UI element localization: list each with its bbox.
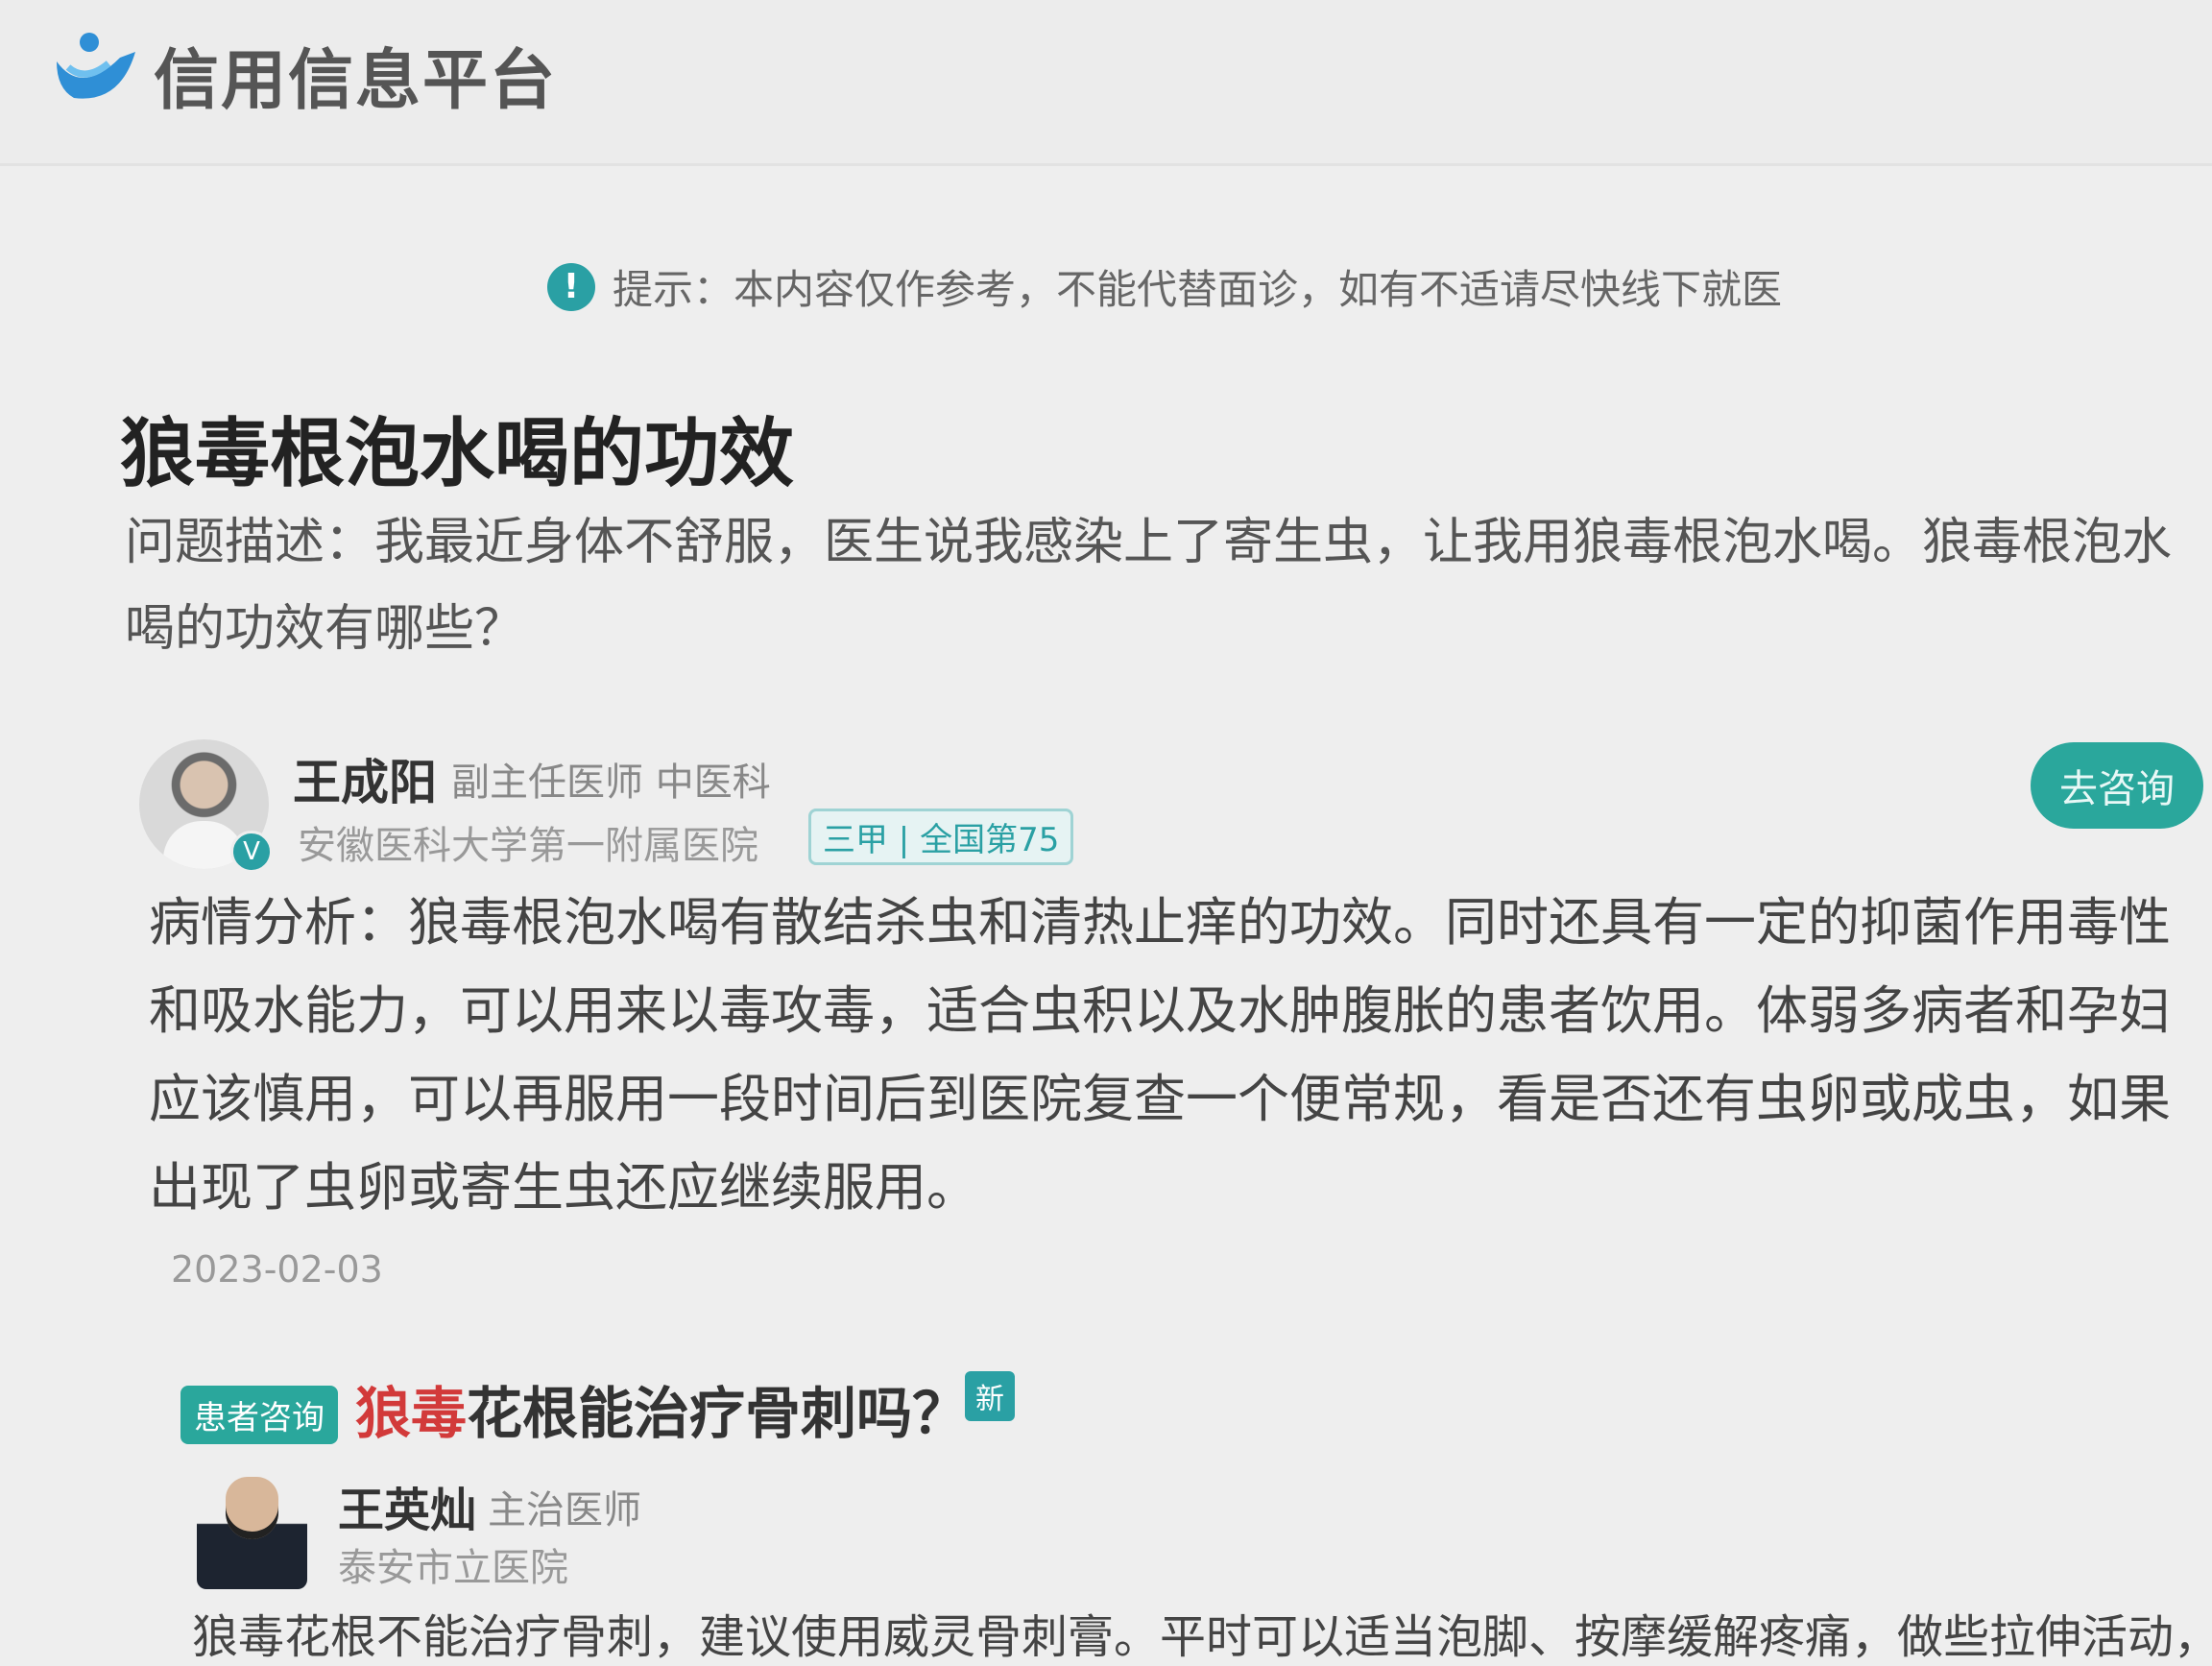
- disclaimer-notice: ! 提示：本内容仅作参考，不能代替面诊，如有不适请尽快线下就医: [547, 257, 1782, 316]
- related-doctor-hospital: 泰安市立医院: [338, 1546, 568, 1590]
- platform-logo-icon[interactable]: [53, 29, 139, 106]
- patient-consult-tag: 患者咨询: [180, 1386, 338, 1444]
- hospital-rank-tag: 三甲 | 全国第75: [808, 809, 1074, 865]
- answer-analysis: 病情分析：狼毒根泡水喝有散结杀虫和清热止痒的功效。同时还具有一定的抑菌作用毒性和…: [149, 892, 2171, 1218]
- question-title: 狼毒根泡水喝的功效: [120, 411, 795, 497]
- related-doctor-name[interactable]: 王英灿: [338, 1472, 476, 1539]
- related-doctor-avatar[interactable]: [197, 1469, 307, 1589]
- exclamation-icon: !: [547, 262, 595, 311]
- related-doctor-title: 主治医师: [488, 1488, 641, 1533]
- answer-date: 2023-02-03: [171, 1248, 383, 1291]
- related-title-highlight: 狼毒: [355, 1381, 468, 1446]
- top-bar: 信用信息平台: [0, 0, 2212, 166]
- related-question-title[interactable]: 狼毒花根能治疗骨刺吗？: [355, 1368, 968, 1449]
- related-title-rest: 花根能治疗骨刺吗？: [467, 1381, 969, 1446]
- notice-text: 提示：本内容仅作参考，不能代替面诊，如有不适请尽快线下就医: [613, 266, 1783, 313]
- related-answer-preview[interactable]: 狼毒花根不能治疗骨刺，建议使用威灵骨刺膏。平时可以适当泡脚、按摩缓解疼痛，做些拉…: [192, 1599, 2189, 1666]
- verified-icon: V: [230, 831, 273, 873]
- question-description: 问题描述：我最近身体不舒服，医生说我感染上了寄生虫，让我用狼毒根泡水喝。狼毒根泡…: [125, 514, 2173, 658]
- doctor-name[interactable]: 王成阳: [293, 744, 437, 813]
- doctor-title: 副主任医师 中医科: [451, 761, 771, 805]
- consult-button[interactable]: 去咨询: [2031, 742, 2203, 829]
- doctor-hospital: 安徽医科大学第一附属医院: [298, 824, 758, 868]
- brand-title[interactable]: 信用信息平台: [154, 27, 557, 122]
- new-badge: 新: [965, 1371, 1015, 1421]
